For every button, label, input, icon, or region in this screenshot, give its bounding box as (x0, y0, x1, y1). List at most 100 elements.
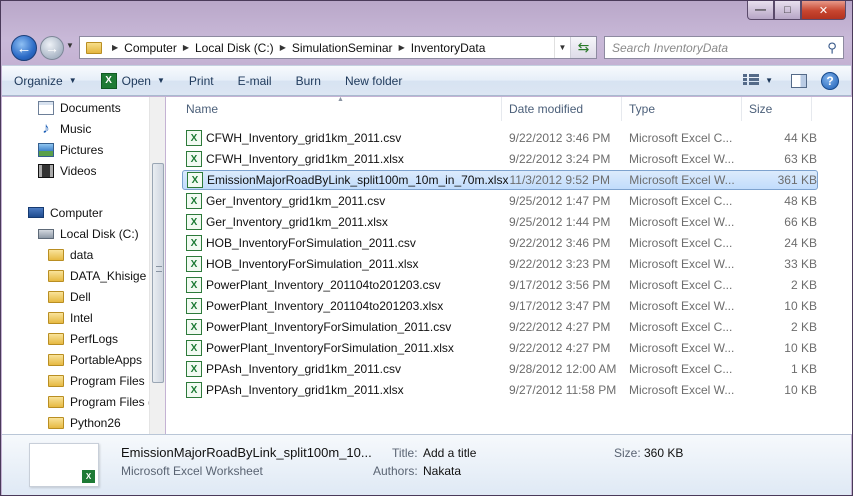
file-name: PowerPlant_Inventory_201104to201203.xlsx (206, 299, 444, 313)
excel-file-icon: X (186, 361, 202, 377)
file-row[interactable]: X PowerPlant_InventoryForSimulation_2011.… (182, 338, 818, 358)
nav-item-label: data (70, 247, 94, 262)
file-type: Microsoft Excel C... (629, 236, 733, 250)
maximize-button[interactable]: □ (774, 1, 801, 20)
nav-item-folder[interactable]: Intel (48, 308, 93, 327)
nav-item-folder[interactable]: data (48, 245, 93, 264)
address-bar[interactable]: ▶ Computer ▶ Local Disk (C:) ▶ Simulatio… (79, 36, 597, 59)
file-name: PowerPlant_Inventory_201104to201203.csv (206, 278, 441, 292)
breadcrumb-inventory-data[interactable]: InventoryData (411, 41, 486, 55)
file-row[interactable]: X PowerPlant_InventoryForSimulation_2011.… (182, 317, 818, 337)
print-button[interactable]: Print (177, 66, 226, 95)
excel-file-icon: X (186, 130, 202, 146)
file-type: Microsoft Excel W... (629, 383, 735, 397)
organize-button[interactable]: Organize ▼ (2, 66, 89, 95)
file-size: 10 KB (784, 383, 817, 397)
file-row[interactable]: X Ger_Inventory_grid1km_2011.xlsx 9/25/201… (182, 212, 818, 232)
refresh-icon[interactable]: ⇆ (570, 37, 596, 58)
open-button[interactable]: X Open ▼ (89, 66, 177, 95)
file-row[interactable]: X HOB_InventoryForSimulation_2011.xlsx 9/2… (182, 254, 818, 274)
command-bar: Organize ▼ X Open ▼ Print E-mail Burn New … (2, 65, 851, 96)
scrollbar-thumb[interactable] (152, 163, 164, 383)
minimize-button[interactable]: — (747, 1, 774, 20)
nav-item-label: Dell (70, 289, 91, 304)
recent-pages-dropdown[interactable]: ▼ (66, 41, 74, 50)
nav-item-label: Music (60, 121, 92, 136)
nav-item-label: Python26 (70, 415, 121, 430)
search-box[interactable]: Search InventoryData ⚲ (604, 36, 844, 59)
nav-item-computer[interactable]: Computer (28, 203, 103, 222)
videos-icon (38, 163, 54, 178)
file-size: 63 KB (784, 152, 817, 166)
hard-disk-icon (38, 228, 54, 239)
breadcrumb-computer[interactable]: Computer (124, 41, 177, 55)
search-icon[interactable]: ⚲ (821, 37, 843, 58)
file-row[interactable]: X PowerPlant_Inventory_201104to201203.xls… (182, 296, 818, 316)
chevron-right-icon[interactable]: ▶ (183, 43, 189, 52)
details-title-value[interactable]: Add a title (423, 446, 476, 460)
details-authors-label: Authors: (373, 464, 418, 478)
arrow-left-icon: ← (16, 39, 32, 57)
file-row[interactable]: X Ger_Inventory_grid1km_2011.csv 9/25/2012… (182, 191, 818, 211)
details-file-name: EmissionMajorRoadByLink_split100m_10... (121, 445, 372, 460)
file-row-selected[interactable]: X EmissionMajorRoadByLink_split100m_10m_i… (182, 170, 818, 190)
pictures-icon (38, 142, 54, 157)
nav-item-folder[interactable]: Dell (48, 287, 91, 306)
forward-button[interactable]: → (40, 36, 64, 60)
column-header-name[interactable]: Name (186, 102, 218, 116)
address-dropdown-icon[interactable]: ▼ (554, 37, 570, 58)
file-row[interactable]: X HOB_InventoryForSimulation_2011.csv 9/22… (182, 233, 818, 253)
email-button[interactable]: E-mail (226, 66, 284, 95)
file-row[interactable]: X CFWH_Inventory_grid1km_2011.xlsx 9/22/20… (182, 149, 818, 169)
breadcrumb-local-disk[interactable]: Local Disk (C:) (195, 41, 274, 55)
excel-file-icon: X (186, 382, 202, 398)
help-icon[interactable]: ? (821, 71, 839, 90)
folder-icon (48, 374, 64, 387)
file-date: 9/22/2012 4:27 PM (509, 341, 611, 355)
chevron-right-icon[interactable]: ▶ (112, 43, 118, 52)
file-row[interactable]: X PowerPlant_Inventory_201104to201203.csv… (182, 275, 818, 295)
chevron-down-icon[interactable]: ▼ (765, 76, 773, 85)
folder-icon (86, 41, 102, 54)
search-input[interactable]: Search InventoryData (612, 41, 821, 55)
column-header-type[interactable]: Type (629, 102, 655, 116)
nav-item-folder[interactable]: PortableApps (48, 350, 142, 369)
file-size: 24 KB (784, 236, 817, 250)
nav-item-music[interactable]: ♪ Music (38, 119, 91, 138)
nav-item-label: Program Files ( (70, 394, 153, 409)
nav-item-folder[interactable]: Python26 (48, 413, 121, 432)
nav-item-documents[interactable]: Documents (38, 98, 121, 117)
nav-item-folder[interactable]: DATA_Khisige (48, 266, 146, 285)
burn-button[interactable]: Burn (284, 66, 333, 95)
nav-item-local-disk[interactable]: Local Disk (C:) (38, 224, 139, 243)
file-name: HOB_InventoryForSimulation_2011.csv (206, 236, 416, 250)
new-folder-button[interactable]: New folder (333, 66, 414, 95)
column-header-size[interactable]: Size (749, 102, 772, 116)
change-view-icon[interactable] (743, 73, 760, 88)
nav-item-folder[interactable]: PerfLogs (48, 329, 118, 348)
excel-file-icon: X (186, 256, 202, 272)
close-button[interactable]: ✕ (801, 1, 846, 20)
back-button[interactable]: ← (11, 35, 37, 61)
chevron-right-icon[interactable]: ▶ (399, 43, 405, 52)
nav-item-folder[interactable]: Program Files ( (48, 392, 152, 411)
column-header-date[interactable]: Date modified (509, 102, 583, 116)
file-row[interactable]: X CFWH_Inventory_grid1km_2011.csv 9/22/201… (182, 128, 818, 148)
file-row[interactable]: X PPAsh_Inventory_grid1km_2011.csv 9/28/20… (182, 359, 818, 379)
file-type: Microsoft Excel W... (629, 215, 735, 229)
folder-icon (48, 269, 64, 282)
file-row[interactable]: X PPAsh_Inventory_grid1km_2011.xlsx 9/27/2… (182, 380, 818, 400)
excel-file-icon: X (186, 214, 202, 230)
file-size: 2 KB (790, 320, 817, 334)
breadcrumb-simulation-seminar[interactable]: SimulationSeminar (292, 41, 393, 55)
nav-item-videos[interactable]: Videos (38, 161, 96, 180)
nav-item-label: Intel (70, 310, 93, 325)
nav-item-folder[interactable]: Program Files (48, 371, 145, 390)
preview-pane-icon[interactable] (791, 73, 807, 88)
file-size: 48 KB (784, 194, 817, 208)
nav-item-pictures[interactable]: Pictures (38, 140, 103, 159)
chevron-right-icon[interactable]: ▶ (280, 43, 286, 52)
file-type: Microsoft Excel C... (629, 278, 733, 292)
nav-scrollbar[interactable] (149, 97, 165, 434)
details-authors-value[interactable]: Nakata (423, 464, 461, 478)
